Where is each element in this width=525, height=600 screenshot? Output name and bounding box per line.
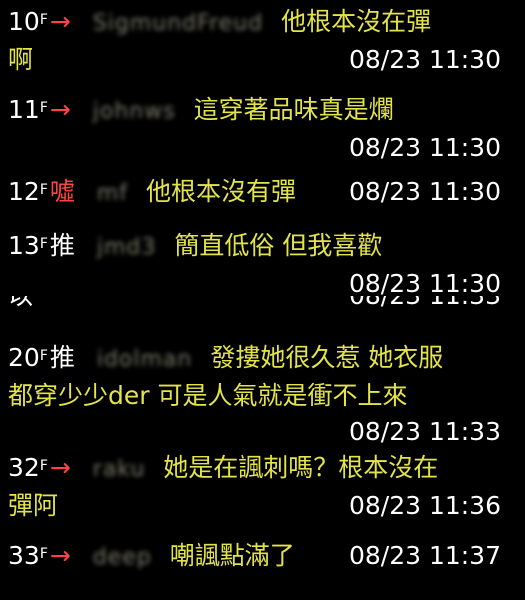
- timestamp: 08/23 11:30: [348, 133, 501, 162]
- floor-number: 11F: [8, 95, 48, 124]
- scroll-seam: 以 08/23 11:33: [8, 296, 513, 318]
- comment-text: 他根本沒在彈: [281, 7, 432, 36]
- boo-tag: 噓: [49, 177, 75, 206]
- comment-12: 12F噓 mf 他根本沒有彈 08/23 11:30: [8, 174, 513, 212]
- timestamp: 08/23 11:37: [348, 541, 501, 570]
- username-blurred[interactable]: jmd3: [97, 230, 157, 266]
- push-tag: 推: [49, 231, 75, 260]
- username-blurred[interactable]: idolman: [97, 342, 193, 378]
- comment-13: 13F推 jmd3 簡直低俗 但我喜歡 08/23 11:30: [8, 228, 513, 302]
- timestamp: 08/23 11:30: [348, 177, 501, 206]
- comment-text: 她是在諷刺嗎？根本沒在: [163, 453, 439, 482]
- comment-text-wrap: 彈阿: [8, 491, 59, 520]
- comment-20: 20F推 idolman 發摟她很久惹 她衣服 都穿少少der 可是人氣就是衝不…: [8, 340, 513, 450]
- floor-number: 10F: [8, 7, 48, 36]
- floor-number: 12F: [8, 177, 48, 206]
- floor-number: 33F: [8, 541, 48, 570]
- arrow-tag: →: [49, 95, 71, 124]
- comment-33: 33F→ deep 嘲諷點滿了 08/23 11:37: [8, 538, 513, 576]
- comment-32: 32F→ raku 她是在諷刺嗎？根本沒在 彈阿 08/23 11:36: [8, 450, 513, 524]
- arrow-tag: →: [49, 453, 71, 482]
- push-tag: 推: [49, 343, 75, 372]
- timestamp: 08/23 11:30: [348, 45, 501, 74]
- comment-text-wrap: 都穿少少der 可是人氣就是衝不上來: [8, 381, 408, 410]
- floor-number: 20F: [8, 343, 48, 372]
- username-blurred[interactable]: mf: [97, 176, 128, 212]
- username-blurred[interactable]: deep: [93, 540, 152, 576]
- comment-text: 簡直低俗 但我喜歡: [174, 231, 383, 260]
- cutoff-timestamp: 08/23 11:33: [349, 296, 501, 314]
- timestamp: 08/23 11:33: [348, 417, 501, 446]
- username-blurred[interactable]: johnws: [93, 94, 176, 130]
- comment-11: 11F→ johnws 這穿著品味真是爛 08/23 11:30: [8, 92, 513, 166]
- floor-number: 32F: [8, 453, 48, 482]
- arrow-tag: →: [49, 7, 71, 36]
- comment-text: 發摟她很久惹 她衣服: [210, 343, 444, 372]
- cutoff-left-text: 以: [8, 296, 33, 310]
- comment-text: 嘲諷點滿了: [169, 541, 295, 570]
- comment-text: 他根本沒有彈: [145, 177, 296, 206]
- comment-text: 這穿著品味真是爛: [193, 95, 394, 124]
- comment-text-wrap: 啊: [8, 45, 34, 74]
- username-blurred[interactable]: raku: [93, 452, 146, 488]
- comment-10: 10F→ SigmundFreud 他根本沒在彈 啊 08/23 11:30: [8, 4, 513, 78]
- timestamp: 08/23 11:36: [348, 491, 501, 520]
- floor-number: 13F: [8, 231, 48, 260]
- username-blurred[interactable]: SigmundFreud: [93, 6, 263, 42]
- arrow-tag: →: [49, 541, 71, 570]
